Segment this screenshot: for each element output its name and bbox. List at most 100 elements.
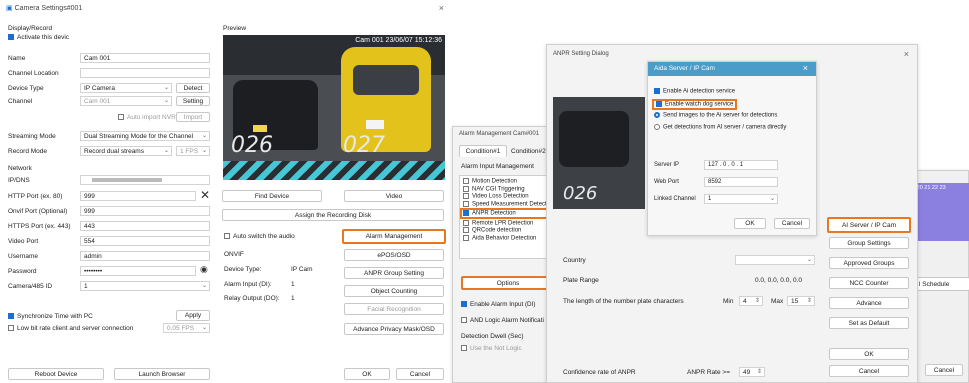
auto-audio-label: Auto switch the audio [233,233,295,240]
camera485-select[interactable]: 1 ⌄ [80,281,210,291]
send-images-label: Send images to the Ai server for detecti… [663,112,778,119]
alarm-item-motion[interactable]: Motion Detection [463,178,553,185]
set-default-button[interactable]: Set as Default [829,317,909,329]
bg-cancel-button[interactable]: Cancel [925,364,963,376]
anpr-cancel-label: Cancel [858,367,880,375]
get-detections-radio[interactable]: Get detections from AI server / camera d… [654,124,786,131]
alarm-item-remote-lpr[interactable]: Remote LPR Detection [463,219,553,226]
ip-octet-4: 1 [739,162,744,168]
anpr-ok-button[interactable]: OK [829,348,909,360]
spin-icon[interactable]: ⇕ [757,368,762,376]
alarm-item-qrcode[interactable]: QRCode detection [463,227,553,234]
facial-recognition-button[interactable]: Facial Recognition [344,303,444,315]
group-settings-button[interactable]: Group Settings [829,237,909,249]
clear-x-icon[interactable]: ✕ [200,188,210,202]
tab-condition-2[interactable]: Condition#2 [511,148,546,155]
channel-label: Channel [8,98,33,105]
epos-button[interactable]: ePOS/OSD [344,249,444,261]
set-default-label: Set as Default [848,319,890,327]
detect-button[interactable]: Detect [176,83,210,93]
apply-button[interactable]: Apply [176,310,210,321]
eye-icon[interactable]: ◉ [200,264,208,275]
name-field[interactable]: Cam 001 [80,53,210,63]
setting-button[interactable]: Setting [176,96,210,106]
onvif-port-field[interactable]: 999 [80,206,210,216]
anpr-cancel-button[interactable]: Cancel [829,365,909,377]
cam-cancel-button[interactable]: Cancel [396,368,444,380]
alarm-item-label: Motion Detection [472,178,518,185]
alarm-item-speed[interactable]: Speed Measurement Detecti [463,200,553,208]
country-select[interactable]: ⌄ [735,255,815,265]
ncc-counter-button[interactable]: NCC Counter [829,277,909,289]
ipdns-field[interactable] [80,175,210,185]
enable-alarm-checkbox[interactable]: Enable Alarm Input (DI) [461,301,535,308]
auto-import-checkbox[interactable]: Auto import NVR [118,114,176,121]
spin-icon[interactable]: ⇕ [755,297,760,305]
schedule-button[interactable]: l Schedule [915,277,969,291]
alarm-item-video-loss[interactable]: Video Loss Detection [463,193,553,200]
advance-button[interactable]: Advance [829,297,909,309]
find-device-button[interactable]: Find Device [222,190,322,202]
aida-cancel-button[interactable]: Cancel [774,218,810,229]
spin-icon[interactable]: ⇕ [807,297,812,305]
aida-ok-button[interactable]: OK [734,218,766,229]
anpr-group-button[interactable]: ANPR Group Setting [344,267,444,279]
alarm-item-anpr[interactable]: ANPR Detection [460,208,553,219]
auto-audio-checkbox[interactable]: Auto switch the audio [224,233,295,240]
import-button[interactable]: Import [176,112,210,122]
preview-video: 026 027 Cam 001 23/06/07 15:12:36 [223,35,445,180]
enable-ai-checkbox[interactable]: Enable Ai detection service [654,88,735,95]
device-type-select[interactable]: IP Camera ⌄ [80,83,172,93]
https-field[interactable]: 443 [80,221,210,231]
close-icon[interactable]: × [439,3,444,13]
network-heading: Network [8,165,32,172]
fps-select[interactable]: 1 FPS ⌄ [176,146,210,156]
linked-channel-select[interactable]: 1 ⌄ [704,194,778,204]
record-select[interactable]: Record dual streams ⌄ [80,146,172,156]
launch-browser-button[interactable]: Launch Browser [114,368,210,380]
video-button[interactable]: Video [344,190,444,202]
and-logic-checkbox[interactable]: AND Logic Alarm Notificati [461,317,544,324]
streaming-select[interactable]: Dual Streaming Mode for the Channel ⌄ [80,131,210,141]
video-port-field[interactable]: 554 [80,236,210,246]
sync-checkbox[interactable]: Synchronize Time with PC [8,313,93,320]
send-images-radio[interactable]: Send images to the Ai server for detecti… [654,112,777,119]
alarm-item-label: Speed Measurement Detecti [472,201,549,208]
alarm-item-nav-cgi[interactable]: NAV CGI Triggering [463,185,553,193]
alarm-item-aida[interactable]: Aida Behavior Detection [463,235,553,242]
alarm-item-label: NAV CGI Triggering [472,186,525,193]
alarm-management-button[interactable]: Alarm Management [342,229,446,244]
channel-select[interactable]: Cam 001 ⌄ [80,96,172,106]
privacy-mask-button[interactable]: Advance Privacy Mask/OSD [344,323,444,335]
ai-server-button[interactable]: AI Server / IP Cam [827,217,911,233]
max-spinner[interactable]: 15 ⇕ [787,296,815,306]
password-field[interactable]: •••••••• [80,266,196,276]
cam-ok-button[interactable]: OK [344,368,390,380]
http-field[interactable]: 999 [80,191,196,201]
username-field[interactable]: admin [80,251,210,261]
lowbit-select[interactable]: 0.05 FPS ⌄ [163,323,210,333]
max-label: Max [771,298,784,305]
plate-left [253,125,267,132]
tab-condition-1[interactable]: Condition#1 [459,145,507,157]
lowbit-checkbox[interactable]: Low bit rate client and server connectio… [8,325,133,332]
server-ip-field[interactable]: 127 . 0 . 0 . 1 [704,160,778,170]
reboot-button[interactable]: Reboot Device [8,368,104,380]
onvif-relay-label: Relay Output (DO): [224,295,280,302]
web-port-field[interactable]: 8592 [704,177,778,187]
object-counting-button[interactable]: Object Counting [344,285,444,297]
onvif-port-label: Onvif Port (Optional) [8,208,68,215]
location-field[interactable] [80,68,210,78]
min-spinner[interactable]: 4 ⇕ [739,296,763,306]
approved-groups-button[interactable]: Approved Groups [829,257,909,269]
rate-spinner[interactable]: 49 ⇕ [739,367,765,377]
watchdog-checkbox[interactable]: Enable watch dog service [652,99,738,110]
not-logic-checkbox[interactable]: Use the Not Logic [461,345,522,352]
chevron-down-icon: ⌄ [201,133,207,139]
assign-disk-button[interactable]: Assign the Recording Disk [222,209,444,221]
options-button[interactable]: Options [461,276,555,290]
close-icon[interactable]: × [803,63,808,73]
close-icon[interactable]: × [904,49,909,59]
camera-settings-window: ▣ Camera Settings#001 × Display/Record A… [0,0,452,383]
activate-checkbox[interactable]: Activate this devic [8,34,69,41]
